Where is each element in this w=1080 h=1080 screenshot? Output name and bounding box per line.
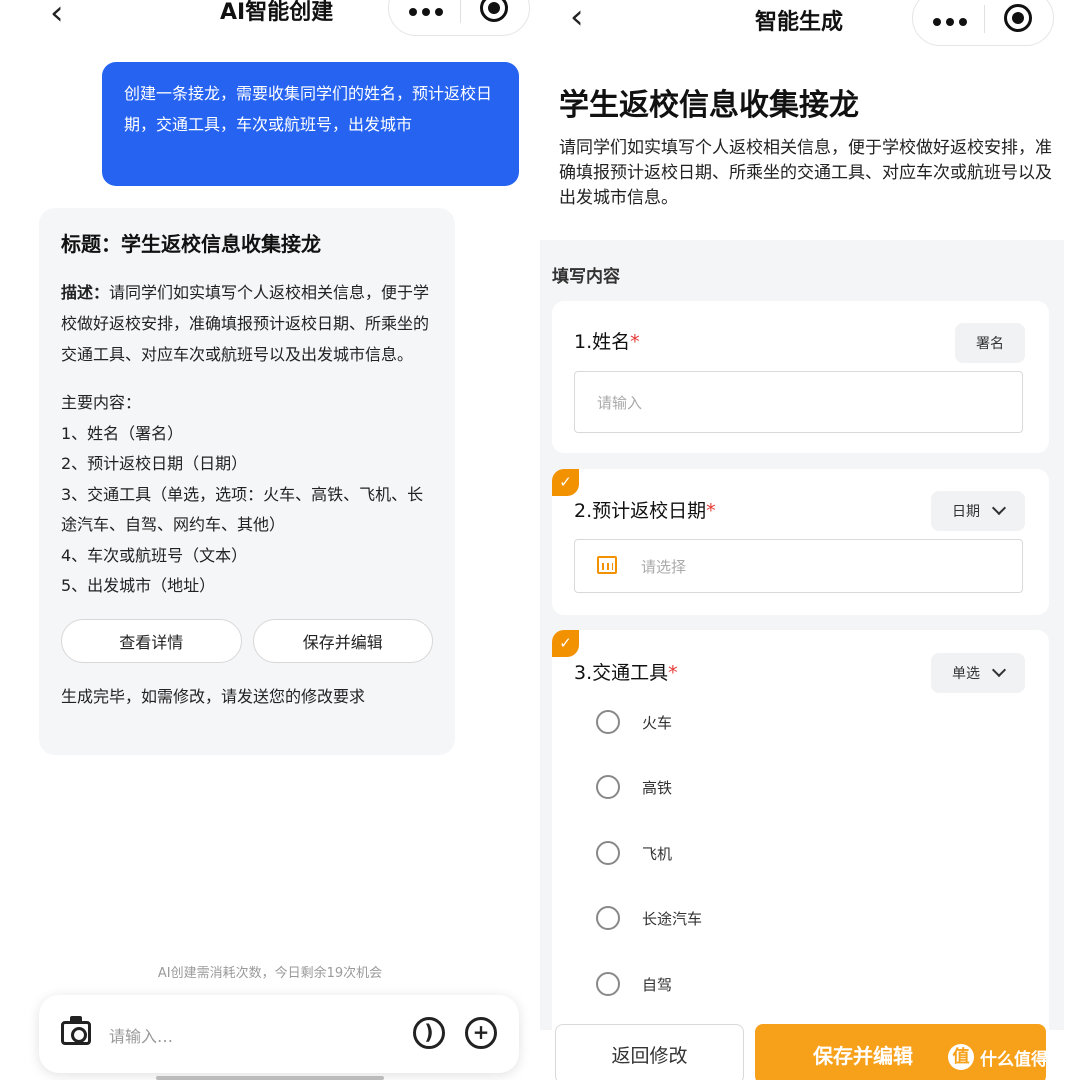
chat-input-bar: 请输入… ) + bbox=[39, 995, 519, 1073]
dropdown-label: 日期 bbox=[952, 504, 980, 520]
checkmark-icon: ✓ bbox=[552, 630, 579, 657]
watermark: 值 什么值得买 bbox=[948, 1044, 1065, 1070]
input-placeholder: 请输入 bbox=[597, 394, 643, 412]
ai-chat-panel: ‹ AI智能创建 创建一条接龙，需要收集同学们的姓名，预计返校日期，交通工具，车… bbox=[0, 0, 540, 1080]
section-label: 填写内容 bbox=[552, 267, 620, 287]
page-title: AI智能创建 bbox=[220, 0, 334, 25]
field-type-dropdown[interactable]: 日期 bbox=[931, 491, 1025, 531]
required-mark: * bbox=[706, 500, 716, 522]
option-label: 长途汽车 bbox=[642, 910, 703, 928]
ai-reply-title: 标题：学生返校信息收集接龙 bbox=[61, 232, 321, 256]
watermark-text: 什么值得买 bbox=[980, 1049, 1065, 1070]
list-item: 1、姓名（署名） bbox=[61, 423, 184, 443]
back-to-edit-button[interactable]: 返回修改 bbox=[555, 1024, 744, 1080]
capsule-divider bbox=[460, 0, 461, 23]
save-and-edit-button[interactable]: 保存并编辑 bbox=[252, 618, 433, 663]
option-label: 飞机 bbox=[642, 845, 673, 863]
desc-label: 描述： bbox=[61, 283, 110, 302]
back-chevron-icon[interactable]: ‹ bbox=[50, 0, 64, 30]
required-mark: * bbox=[630, 331, 640, 353]
field-type-dropdown[interactable]: 单选 bbox=[931, 653, 1025, 693]
date-picker[interactable]: 请选择 bbox=[574, 539, 1023, 593]
required-mark: * bbox=[668, 662, 678, 684]
ai-reply-card: 标题：学生返校信息收集接龙 描述：请同学们如实填写个人返校相关信息，便于学校做好… bbox=[39, 208, 455, 755]
question-card-transport: ✓ 3.交通工具* 单选 火车 高铁 飞机 长途汽车 自驾 bbox=[552, 630, 1049, 1050]
list-item: 5、出发城市（地址） bbox=[61, 576, 216, 595]
form-title: 学生返校信息收集接龙 bbox=[559, 88, 859, 123]
view-details-button[interactable]: 查看详情 bbox=[61, 618, 242, 663]
chevron-down-icon bbox=[991, 662, 1007, 678]
calendar-icon bbox=[597, 556, 617, 574]
plus-icon[interactable]: + bbox=[465, 1017, 497, 1049]
miniprogram-capsule bbox=[912, 0, 1054, 46]
user-message-bubble: 创建一条接龙，需要收集同学们的姓名，预计返校日期，交通工具，车次或航班号，出发城… bbox=[102, 62, 519, 186]
radio-button[interactable] bbox=[596, 841, 620, 865]
dropdown-label: 单选 bbox=[952, 666, 980, 682]
form-description: 请同学们如实填写个人返校相关信息，便于学校做好返校安排，准确填报预计返校日期、所… bbox=[559, 138, 1052, 208]
chevron-down-icon bbox=[991, 500, 1007, 516]
question-text: 1.姓名 bbox=[574, 331, 631, 353]
list-item: 2、预计返校日期（日期） bbox=[61, 454, 248, 473]
chat-input[interactable]: 请输入… bbox=[109, 1023, 173, 1047]
checkmark-icon: ✓ bbox=[552, 469, 579, 496]
option-label: 高铁 bbox=[642, 779, 673, 797]
radio-button[interactable] bbox=[596, 775, 620, 799]
ai-reply-footer: 生成完毕，如需修改，请发送您的修改要求 bbox=[61, 686, 366, 706]
radio-button[interactable] bbox=[596, 972, 620, 996]
desc-text: 请同学们如实填写个人返校相关信息，便于学校做好返校安排，准确填报预计返校日期、所… bbox=[61, 283, 430, 364]
miniprogram-capsule bbox=[388, 0, 530, 36]
home-indicator bbox=[156, 1076, 384, 1080]
picker-placeholder: 请选择 bbox=[641, 558, 687, 576]
more-dots-icon[interactable] bbox=[409, 1, 449, 16]
question-label: 2.预计返校日期* bbox=[574, 496, 716, 523]
form-content-area: 填写内容 1.姓名* 署名 请输入 ✓ 2.预计返校日期* 日期 请选择 ✓ 3… bbox=[540, 240, 1064, 1050]
option-label: 自驾 bbox=[642, 976, 673, 994]
list-item: 4、车次或航班号（文本） bbox=[61, 545, 248, 565]
close-target-icon[interactable] bbox=[480, 0, 508, 22]
question-card-date: ✓ 2.预计返校日期* 日期 请选择 bbox=[552, 469, 1049, 615]
action-buttons: 查看详情 保存并编辑 bbox=[61, 618, 433, 663]
camera-icon[interactable] bbox=[61, 1016, 91, 1045]
voice-icon[interactable]: ) bbox=[413, 1017, 445, 1049]
question-text: 2.预计返校日期 bbox=[574, 500, 707, 522]
question-label: 3.交通工具* bbox=[574, 658, 678, 685]
watermark-logo-icon: 值 bbox=[948, 1044, 974, 1070]
back-chevron-icon[interactable]: ‹ bbox=[570, 0, 584, 34]
question-card-name: 1.姓名* 署名 请输入 bbox=[552, 301, 1049, 453]
list-item: 3、交通工具（单选，选项：火车、高铁、飞机、长途汽车、自驾、网约车、其他） bbox=[61, 484, 424, 535]
option-label: 火车 bbox=[642, 714, 673, 732]
content-heading: 主要内容： bbox=[61, 393, 142, 412]
content-list: 主要内容： 1、姓名（署名） 2、预计返校日期（日期） 3、交通工具（单选，选项… bbox=[61, 388, 433, 602]
page-title: 智能生成 bbox=[755, 10, 844, 35]
form-preview-panel: ‹ 智能生成 学生返校信息收集接龙 请同学们如实填写个人返校相关信息，便于学校做… bbox=[540, 0, 1080, 1080]
name-input[interactable]: 请输入 bbox=[574, 371, 1023, 433]
radio-button[interactable] bbox=[596, 710, 620, 734]
ai-reply-description: 描述：请同学们如实填写个人返校相关信息，便于学校做好返校安排，准确填报预计返校日… bbox=[61, 277, 433, 370]
close-target-icon[interactable] bbox=[1004, 4, 1032, 32]
capsule-divider bbox=[984, 5, 985, 33]
quota-notice: AI创建需消耗次数，今日剩余19次机会 bbox=[157, 966, 383, 981]
radio-button[interactable] bbox=[596, 906, 620, 930]
question-label: 1.姓名* bbox=[574, 327, 640, 354]
question-text: 3.交通工具 bbox=[574, 662, 669, 684]
more-dots-icon[interactable] bbox=[933, 11, 973, 26]
field-type-tag[interactable]: 署名 bbox=[955, 323, 1025, 363]
